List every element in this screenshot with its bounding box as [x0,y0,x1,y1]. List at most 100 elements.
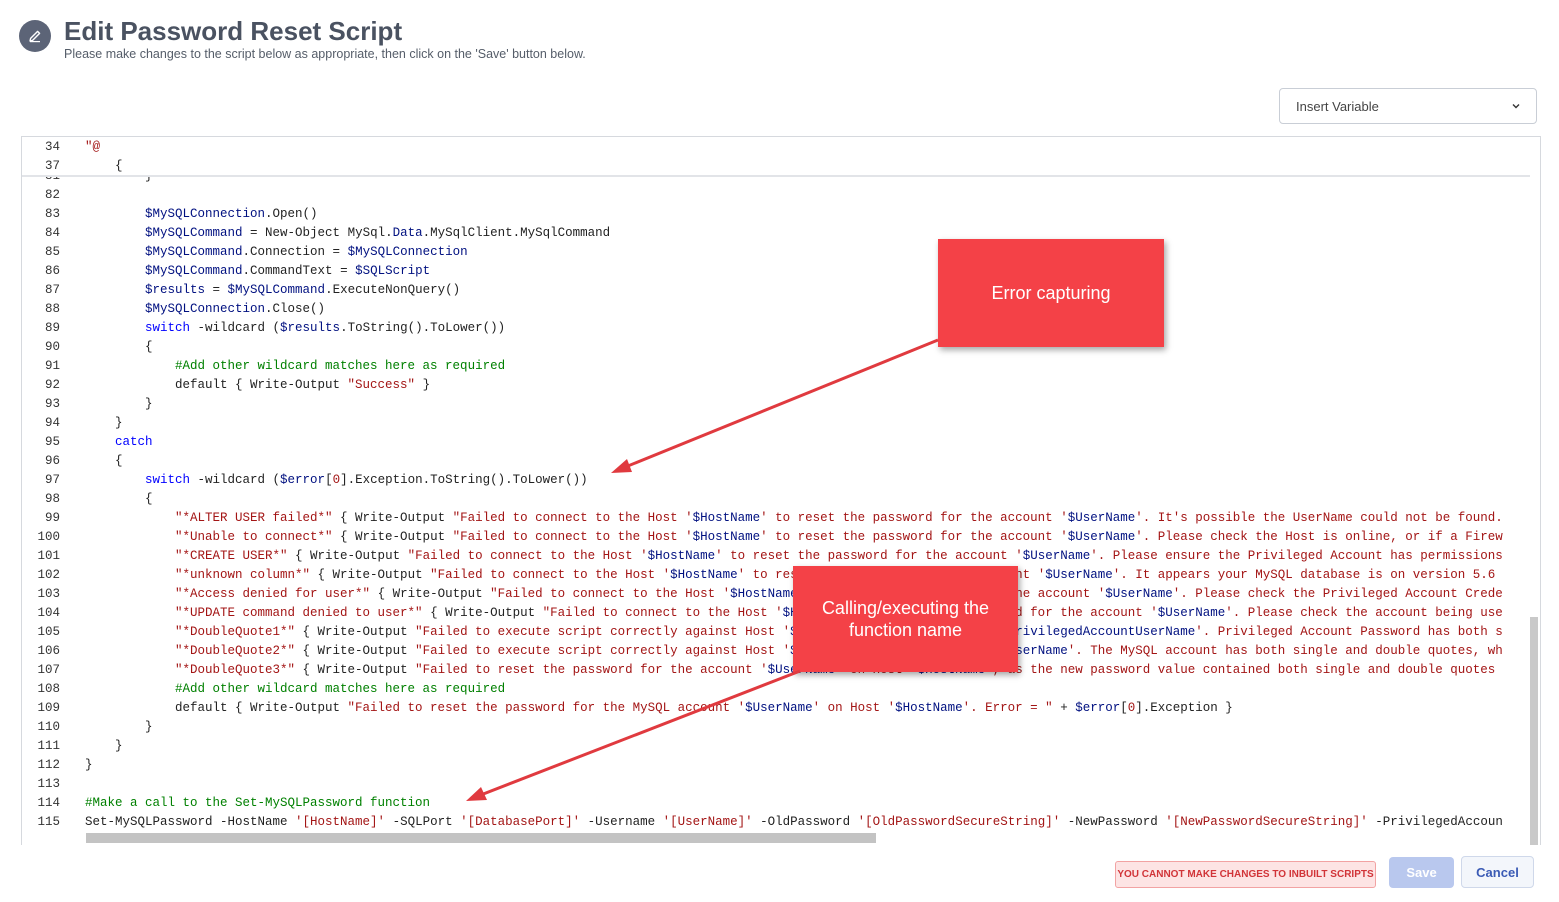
code-text: "*ALTER USER failed*" { Write-Output "Fa… [175,511,1503,525]
code-line: 87 $results = $MySQLCommand.ExecuteNonQu… [22,281,1540,300]
line-number: 82 [44,188,60,202]
line-number: 91 [44,359,60,373]
line-number: 84 [44,226,60,240]
line-number: 101 [37,549,60,563]
code-text: default { Write-Output "Success" } [85,378,431,392]
line-number: 93 [44,397,60,411]
code-text: switch -wildcard ($error[0].Exception.To… [145,473,588,487]
line-number: 100 [37,530,60,544]
line-number: 88 [44,302,60,316]
code-text: } [85,416,123,430]
calling-function-callout: Calling/executing the function name [793,566,1018,672]
code-line: 89 switch -wildcard ($results.ToString()… [22,319,1540,338]
code-text: $MySQLConnection.Close() [145,302,326,316]
line-number: 112 [37,758,60,772]
line-number: 99 [44,511,60,525]
code-text: $results = $MySQLCommand.ExecuteNonQuery… [145,283,461,297]
code-line: 107 "*DoubleQuote3*" { Write-Output "Fai… [22,661,1540,680]
line-number: 106 [37,644,60,658]
page-title: Edit Password Reset Script [64,16,403,46]
code-text: $MySQLConnection.Open() [145,207,318,221]
error-capturing-callout: Error capturing [938,239,1164,347]
code-line: 99 "*ALTER USER failed*" { Write-Output … [22,509,1540,528]
code-text: } [85,720,153,734]
code-line: 105 "*DoubleQuote1*" { Write-Output "Fai… [22,623,1540,642]
cancel-button[interactable]: Cancel [1461,856,1534,888]
code-text: "*DoubleQuote3*" { Write-Output "Failed … [175,663,1496,677]
line-number: 107 [37,663,60,677]
code-text: "*Unable to connect*" { Write-Output "Fa… [175,530,1503,544]
code-text: Set-MySQLPassword -HostName '[HostName]'… [85,815,1503,829]
line-number: 108 [37,682,60,696]
line-number: 115 [37,815,60,829]
code-text: #Make a call to the Set-MySQLPassword fu… [85,796,431,810]
inbuilt-script-warning-badge: YOU CANNOT MAKE CHANGES TO INBUILT SCRIP… [1115,861,1376,888]
code-text: "*unknown column*" { Write-Output "Faile… [175,568,1496,582]
line-number: 103 [37,587,60,601]
line-number: 89 [44,321,60,335]
code-line: 97 switch -wildcard ($error[0].Exception… [22,471,1540,490]
code-text: $MySQLCommand.CommandText = $SQLScript [145,264,431,278]
code-text: $MySQLCommand.Connection = $MySQLConnect… [145,245,468,259]
code-line: 85 $MySQLCommand.Connection = $MySQLConn… [22,243,1540,262]
code-line: 88 $MySQLConnection.Close() [22,300,1540,319]
line-number: 114 [37,796,60,810]
code-line: 114 #Make a call to the Set-MySQLPassword… [22,794,1540,813]
code-line: 96 { [22,452,1540,471]
line-number: 87 [44,283,60,297]
vertical-scrollbar[interactable] [1530,617,1538,845]
code-line: 92 default { Write-Output "Success" } [22,376,1540,395]
code-line: 106 "*DoubleQuote2*" { Write-Output "Fai… [22,642,1540,661]
code-line: 90 { [22,338,1540,357]
horizontal-scrollbar[interactable] [86,833,876,843]
code-text: { [85,159,123,173]
code-line: 86 $MySQLCommand.CommandText = $SQLScrip… [22,262,1540,281]
code-text: } [85,758,93,772]
code-text: { [85,340,153,354]
chevron-down-icon [1510,100,1522,115]
line-number: 90 [44,340,60,354]
pencil-icon [19,20,51,52]
insert-variable-select[interactable]: Insert Variable [1279,88,1537,124]
code-text: { [85,492,153,506]
code-text: "*CREATE USER*" { Write-Output "Failed t… [175,549,1503,563]
line-number: 37 [44,159,60,173]
code-editor[interactable]: 81 }8283 $MySQLConnection.Open()84 $MySQ… [21,136,1541,845]
code-text: $MySQLCommand = New-Object MySql.Data.My… [145,226,611,240]
line-number: 86 [44,264,60,278]
code-line: 94 } [22,414,1540,433]
line-number: 105 [37,625,60,639]
code-line: 108 #Add other wildcard matches here as … [22,680,1540,699]
line-number: 83 [44,207,60,221]
line-number: 95 [44,435,60,449]
save-button[interactable]: Save [1389,857,1454,888]
code-line: 84 $MySQLCommand = New-Object MySql.Data… [22,224,1540,243]
line-number: 34 [44,140,60,154]
line-number: 111 [37,739,60,753]
code-line: 115 Set-MySQLPassword -HostName '[HostNam… [22,813,1540,832]
page-subtitle: Please make changes to the script below … [64,47,586,61]
line-number: 113 [37,777,60,791]
sticky-code-line: 37 { [22,157,1540,176]
line-number: 85 [44,245,60,259]
code-line: 100 "*Unable to connect*" { Write-Output… [22,528,1540,547]
insert-variable-label: Insert Variable [1296,98,1379,114]
code-text: #Add other wildcard matches here as requ… [175,682,506,696]
calling-function-text: Calling/executing the function name [821,598,990,640]
code-text: catch [115,435,153,449]
code-line: 83 $MySQLConnection.Open() [22,205,1540,224]
code-line: 112} [22,756,1540,775]
code-text: "@ [85,140,101,154]
line-number: 98 [44,492,60,506]
code-text: { [85,454,123,468]
sticky-code-line: 34 "@ [22,138,1540,157]
code-text: default { Write-Output "Failed to reset … [85,701,1233,715]
code-line: 111 } [22,737,1540,756]
line-number: 104 [37,606,60,620]
code-text: #Add other wildcard matches here as requ… [175,359,506,373]
code-line: 104 "*UPDATE command denied to user*" { … [22,604,1540,623]
code-line: 102 "*unknown column*" { Write-Output "F… [22,566,1540,585]
line-number: 96 [44,454,60,468]
line-number: 97 [44,473,60,487]
code-line: 82 [22,186,1540,205]
